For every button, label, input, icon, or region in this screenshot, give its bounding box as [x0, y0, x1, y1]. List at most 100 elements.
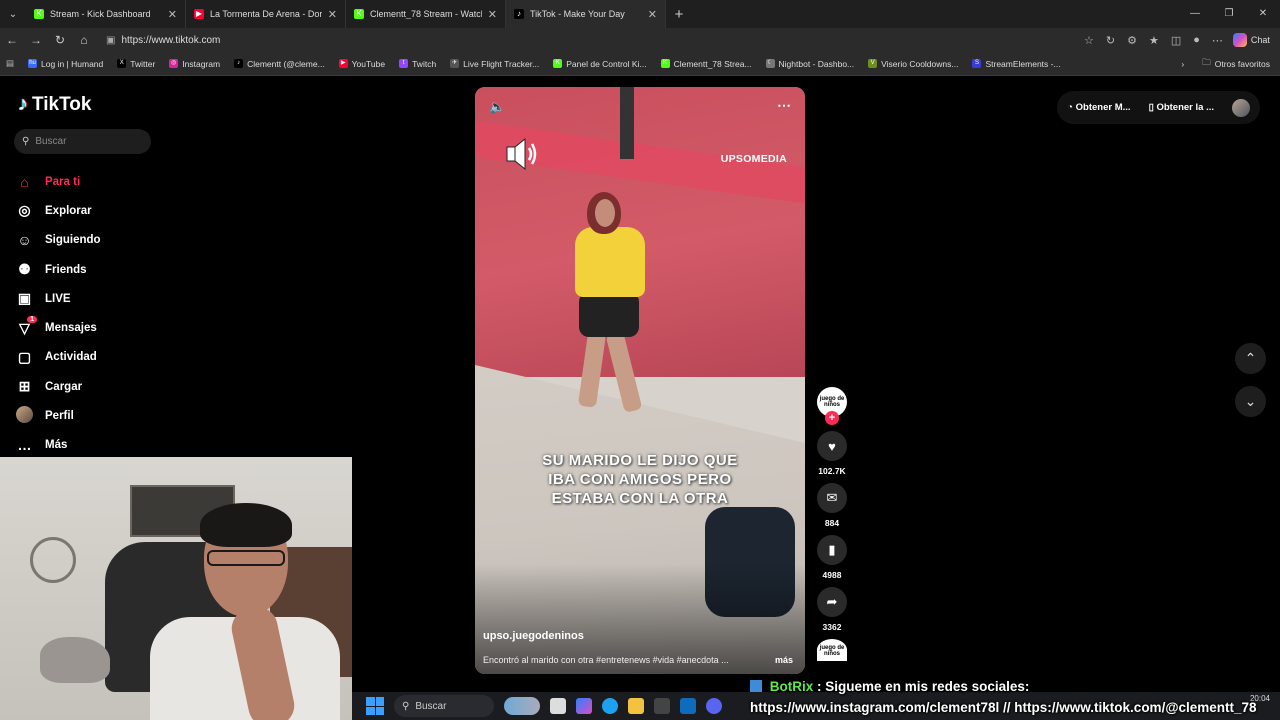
video-more-options-icon[interactable]: ⋯: [777, 97, 791, 114]
creator-avatar[interactable]: juego de niños +: [817, 387, 847, 425]
video-frame-person: [575, 227, 645, 297]
bookmark-label: Viserio Cooldowns...: [881, 58, 959, 69]
address-bar[interactable]: ▣ https://www.tiktok.com: [100, 30, 1080, 50]
windows-start-icon[interactable]: [366, 697, 384, 715]
minimize-button[interactable]: —: [1178, 0, 1212, 28]
forward-button[interactable]: →: [24, 33, 48, 47]
browser-tab[interactable]: ▶ La Tormenta De Arena - Dorian ✕: [186, 0, 346, 28]
favorites-icon[interactable]: ★: [1149, 34, 1159, 47]
copilot-chat-button[interactable]: Chat: [1232, 33, 1270, 47]
tiktok-note-icon: ♪: [18, 93, 28, 115]
store-icon[interactable]: [654, 698, 670, 714]
bookmark-item[interactable]: ◎ Instagram: [169, 59, 220, 69]
get-coins-button[interactable]: ◔ Obtener M...: [1067, 102, 1130, 113]
comment-button[interactable]: ✉: [817, 483, 847, 513]
sidebar-item-mensajes[interactable]: ▽ 1 Mensajes: [16, 313, 101, 342]
mail-icon[interactable]: [680, 698, 696, 714]
bookmarks-bar: ▤ hu Log in | Humand X Twitter ◎ Instagram ♪ Cl…: [0, 52, 1280, 76]
user-avatar[interactable]: [1232, 98, 1250, 117]
sidebar-item-perfil[interactable]: Perfil: [16, 401, 101, 430]
close-tab-icon[interactable]: ✕: [648, 8, 657, 21]
home-button[interactable]: ⌂: [72, 33, 96, 47]
reading-view-icon[interactable]: ▤: [6, 58, 14, 69]
like-count: 102.7K: [818, 466, 846, 476]
sidebar-nav: ⌂ Para ti ◎ Explorar ☺ Siguiendo ⚉ Friends ▣ LIVE…: [16, 167, 101, 460]
task-view-icon[interactable]: [550, 698, 566, 714]
sidebar-item-cargar[interactable]: ⊞ Cargar: [16, 372, 101, 401]
follow-plus-button[interactable]: +: [825, 411, 839, 425]
browser-tab[interactable]: K Stream - Kick Dashboard ✕: [26, 0, 186, 28]
browser-profile-icon[interactable]: ●: [1193, 34, 1200, 47]
new-tab-button[interactable]: +: [666, 6, 692, 23]
refresh-extension-icon[interactable]: ↻: [1106, 34, 1115, 47]
settings-more-icon[interactable]: ⋯: [1212, 34, 1223, 47]
sidebar-item-ms[interactable]: … Más: [16, 431, 101, 460]
close-tab-icon[interactable]: ✕: [168, 8, 177, 21]
close-tab-icon[interactable]: ✕: [328, 8, 337, 21]
bookmark-item[interactable]: X Twitter: [117, 59, 155, 69]
video-player[interactable]: 🔈 ⋯ UPSOMEDIA SU MARIDO LE DIJO QUE IBA …: [475, 87, 805, 674]
previous-video-button[interactable]: ⌃: [1235, 343, 1266, 374]
bookmark-favicon-icon: V: [868, 59, 878, 68]
bookmark-item[interactable]: K Clementt_78 Strea...: [660, 58, 752, 69]
other-bookmarks-folder[interactable]: 🗀 Otros favoritos: [1202, 57, 1270, 71]
webcam-cat: [40, 637, 110, 683]
save-button[interactable]: ▮: [817, 535, 847, 565]
bot-message-line1: : Sigueme en mis redes sociales:: [817, 679, 1030, 694]
sidebar-item-siguiendo[interactable]: ☺ Siguiendo: [16, 226, 100, 255]
sidebar-item-explorar[interactable]: ◎ Explorar: [16, 196, 101, 225]
tab-favicon-icon: K: [354, 9, 364, 19]
video-author[interactable]: upso.juegodeninos: [483, 630, 584, 642]
nav-glyph: ◎: [18, 202, 31, 219]
sidebar-item-friends[interactable]: ⚉ Friends: [16, 255, 101, 284]
site-info-icon[interactable]: ▣: [106, 35, 115, 46]
share-button[interactable]: ➦: [817, 587, 847, 617]
bookmark-label: Twitch: [412, 58, 437, 69]
collections-icon[interactable]: ◫: [1171, 34, 1181, 47]
tab-actions-menu-icon[interactable]: ⌄: [0, 0, 26, 28]
sound-disc-avatar[interactable]: juego de niños: [817, 639, 847, 661]
discord-icon[interactable]: [706, 698, 722, 714]
sidebar-item-live[interactable]: ▣ LIVE: [16, 284, 101, 313]
bookmark-item[interactable]: ▶ YouTube: [338, 59, 385, 69]
bookmark-item[interactable]: hu Log in | Humand: [28, 59, 103, 69]
close-tab-icon[interactable]: ✕: [488, 8, 497, 21]
volume-icon[interactable]: 🔈: [489, 99, 505, 115]
copilot-taskbar-icon[interactable]: [576, 698, 592, 714]
bookmark-item[interactable]: ♪ Clementt (@cleme...: [234, 59, 325, 69]
like-button[interactable]: ♥: [817, 431, 847, 461]
video-actions: juego de niños + ♥ 102.7K ✉ 884 ▮ 4988 ➦…: [816, 387, 848, 661]
favorite-star-icon[interactable]: ☆: [1084, 34, 1094, 47]
file-explorer-icon[interactable]: [628, 698, 644, 714]
bookmark-item[interactable]: S StreamElements -...: [972, 59, 1061, 69]
widgets-icon[interactable]: [504, 697, 540, 715]
close-window-button[interactable]: ✕: [1246, 0, 1280, 28]
restore-button[interactable]: ❐: [1212, 0, 1246, 28]
bookmark-item[interactable]: ✈ Live Flight Tracker...: [450, 59, 539, 69]
edge-icon[interactable]: [602, 698, 618, 714]
bookmark-label: Instagram: [182, 58, 221, 69]
bookmark-label: Clementt_78 Strea...: [673, 58, 752, 69]
description-more-link[interactable]: más: [775, 655, 793, 665]
get-app-button[interactable]: ▯ Obtener la ...: [1149, 102, 1214, 113]
bookmark-item[interactable]: ☾ Nightbot - Dashbo...: [765, 59, 854, 69]
bookmark-item[interactable]: V Viserio Cooldowns...: [868, 59, 958, 69]
refresh-button[interactable]: ↻: [48, 33, 72, 47]
search-input[interactable]: ⚲ Buscar: [14, 129, 151, 154]
sidebar-item-parati[interactable]: ⌂ Para ti: [16, 167, 101, 196]
browser-tab[interactable]: K Clementt_78 Stream - Watch Live o ✕: [346, 0, 506, 28]
browser-tab[interactable]: ♪ TikTok - Make Your Day ✕: [506, 0, 666, 28]
video-description: Encontró al marido con otra #entretenews…: [483, 655, 729, 665]
back-button[interactable]: ←: [0, 33, 24, 47]
taskbar-search[interactable]: ⚲ Buscar: [394, 695, 494, 717]
bookmark-item[interactable]: K Panel de Control Ki...: [553, 59, 647, 69]
sidebar-item-actividad[interactable]: ▢ Actividad: [16, 343, 101, 372]
bookmarks-overflow-icon[interactable]: ›: [1181, 59, 1184, 69]
tab-title: Stream - Kick Dashboard: [50, 9, 151, 19]
url-text: https://www.tiktok.com: [121, 34, 221, 46]
next-video-button[interactable]: ⌄: [1235, 386, 1266, 417]
bookmark-item[interactable]: t Twitch: [399, 59, 436, 69]
streamer-webcam: [0, 457, 352, 720]
extensions-icon[interactable]: ⚙: [1127, 34, 1137, 47]
tiktok-logo[interactable]: ♪ TikTok: [18, 93, 91, 116]
